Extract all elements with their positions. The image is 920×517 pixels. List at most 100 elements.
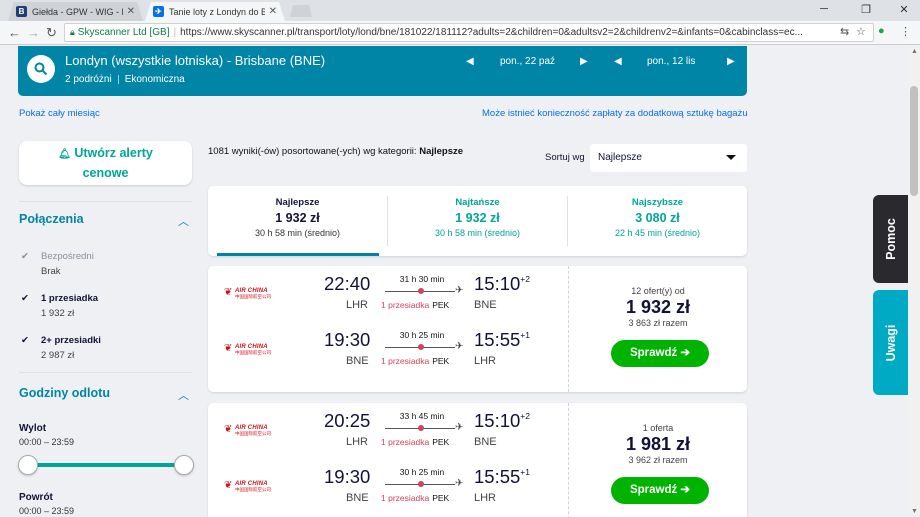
cabin-class: Ekonomiczna	[124, 74, 185, 85]
check-deal-button[interactable]: Sprawdź ➔	[611, 477, 709, 504]
translate-icon[interactable]: ⇆	[840, 25, 849, 38]
departure-airport: LHR	[346, 299, 369, 311]
checkbox-check-icon[interactable]: ✔	[21, 293, 29, 304]
close-tab-icon[interactable]: ✕	[127, 6, 135, 17]
arrival-time: 15:10+2	[474, 410, 530, 432]
arrival-time: 15:55+1	[474, 466, 530, 488]
back-icon[interactable]: ←	[8, 25, 21, 40]
outbound-slider-max-handle[interactable]	[174, 455, 194, 475]
result-card[interactable]: ❦ AIR CHINA 中国国际航空公司 20:25 LHR 33 h 45 m…	[208, 403, 747, 517]
stops-filter-label: 2+ przesiadki	[41, 335, 101, 346]
show-month-link[interactable]: Pokaż cały miesiąc	[19, 108, 100, 119]
extension-icon[interactable]: ●	[878, 25, 885, 37]
address-bar[interactable]: 🔒︎ Skyscanner Ltd [GB] | https://www.sky…	[64, 23, 874, 42]
help-tab[interactable]: Pomoc	[873, 195, 908, 283]
airline-name-cn: 中国国际航空公司	[235, 431, 271, 436]
flight-duration: 30 h 25 min	[399, 467, 445, 477]
browser-tab-gpw[interactable]: B Giełda - GPW - WIG - No ✕	[8, 2, 143, 21]
next-depart-date-icon[interactable]: ▶	[580, 56, 588, 67]
stops-info: 1 przesiadka PEK	[381, 300, 471, 310]
page-content: Londyn (wszystkie lotniska) - Brisbane (…	[0, 46, 908, 517]
stops-count: 1 przesiadka	[381, 437, 430, 447]
airline-name-cn: 中国国际航空公司	[235, 350, 271, 355]
route-title: Londyn (wszystkie lotniska) - Brisbane (…	[65, 53, 326, 68]
arrival-airport: BNE	[474, 299, 497, 311]
flight-leg-outbound: ❦ AIR CHINA 中国国际航空公司 22:40 LHR 31 h 30 m…	[208, 266, 568, 316]
checkbox-check-icon[interactable]: ✔	[21, 335, 29, 346]
return-date[interactable]: pon., 12 lis	[647, 56, 695, 67]
search-icon[interactable]	[27, 55, 55, 83]
scroll-down-icon[interactable]: ▼	[911, 508, 918, 515]
new-tab-button[interactable]	[290, 5, 312, 17]
arrival-airport: LHR	[474, 355, 497, 367]
stop-dot	[418, 288, 424, 294]
arrival-time-value: 15:55	[474, 466, 521, 487]
close-tab-icon[interactable]: ✕	[269, 6, 277, 17]
menu-icon[interactable]: ⋮	[900, 25, 911, 38]
return-range: 00:00 – 23:59	[19, 506, 75, 516]
scroll-up-icon[interactable]: ▲	[911, 48, 918, 55]
outbound-slider-track[interactable]	[28, 463, 184, 467]
price-box: 12 ofert(y) od 1 932 zł 3 863 zł razem S…	[569, 266, 747, 392]
depart-date[interactable]: pon., 22 paź	[500, 56, 555, 67]
minimize-icon[interactable]: ─	[810, 3, 838, 15]
chevron-up-icon[interactable]: ︿	[178, 387, 189, 403]
tab-price: 1 932 zł	[275, 211, 320, 225]
tab-fastest[interactable]: Najszybsze 3 080 zł 22 h 45 min (średnio…	[568, 186, 747, 256]
airline-logo: ❦ AIR CHINA 中国国际航空公司	[224, 481, 272, 493]
checkbox-check-icon[interactable]: ✔	[21, 251, 29, 262]
day-offset: +1	[520, 466, 530, 477]
stop-dot	[418, 425, 424, 431]
check-deal-button[interactable]: Sprawdź ➔	[611, 340, 709, 367]
outbound-slider-min-handle[interactable]	[18, 455, 38, 475]
browser-tab-skyscanner[interactable]: ✈ Tanie loty z Londyn do B ✕	[145, 2, 285, 21]
travellers-count: 2 podróżni	[65, 74, 112, 85]
maximize-icon[interactable]: ❐	[852, 3, 880, 16]
results-sort-name: Najlepsze	[419, 146, 464, 157]
prev-depart-date-icon[interactable]: ◀	[466, 56, 474, 67]
reload-icon[interactable]: ↻	[46, 25, 57, 41]
favicon-icon: ✈	[153, 6, 164, 17]
stops-info: 1 przesiadka PEK	[381, 493, 471, 503]
price: 1 932 zł	[625, 297, 691, 317]
stops-filter-price: 2 987 zł	[41, 350, 75, 361]
tab-best[interactable]: Najlepsze 1 932 zł 30 h 58 min (średnio)	[208, 186, 387, 256]
favicon-icon: B	[16, 6, 27, 17]
arrival-time-value: 15:10	[474, 410, 521, 431]
return-label: Powrót	[19, 492, 53, 503]
arrival-time-value: 15:10	[474, 273, 521, 294]
bookmark-star-icon[interactable]: ☆	[856, 25, 866, 38]
day-offset: +2	[520, 410, 530, 421]
close-window-icon[interactable]: ✕	[890, 3, 918, 16]
result-card[interactable]: ❦ AIR CHINA 中国国际航空公司 22:40 LHR 31 h 30 m…	[208, 266, 747, 392]
flight-duration: 30 h 25 min	[399, 330, 445, 340]
prev-return-date-icon[interactable]: ◀	[614, 56, 622, 67]
search-summary[interactable]: Londyn (wszystkie lotniska) - Brisbane (…	[18, 46, 747, 96]
sort-select[interactable]: Najlepsze	[590, 144, 747, 172]
stop-dot	[418, 344, 424, 350]
arrival-time: 15:10+2	[474, 273, 530, 295]
chevron-up-icon[interactable]: ︿	[178, 213, 189, 229]
flight-leg-return: ❦ AIR CHINA 中国国际航空公司 19:30 BNE 30 h 25 m…	[208, 459, 568, 509]
create-price-alert-button[interactable]: 🔔︎ Utwórz alerty cenowe	[19, 141, 192, 185]
page-scrollbar[interactable]: ▲ ▼	[908, 46, 920, 517]
scrollbar-thumb[interactable]	[910, 86, 918, 196]
results-count-text: 1081 wyniki(-ów) posortowane(-ych) wg ka…	[208, 146, 417, 157]
alert-button-label: Utwórz alerty	[74, 146, 153, 160]
arrival-time: 15:55+1	[474, 329, 530, 351]
tab-duration: 30 h 58 min (średnio)	[254, 228, 341, 238]
feedback-tab[interactable]: Uwagi	[873, 290, 908, 395]
stops-count: 1 przesiadka	[381, 356, 430, 366]
tab-title: Najtańsze	[455, 197, 500, 208]
next-return-date-icon[interactable]: ▶	[727, 56, 735, 67]
airline-logo: ❦ AIR CHINA 中国国际航空公司	[224, 344, 272, 356]
connections-title[interactable]: Połączenia	[19, 212, 84, 226]
baggage-fee-link[interactable]: Może istnieć konieczność zapłaty za doda…	[482, 108, 748, 119]
departure-time: 19:30	[324, 466, 371, 487]
tab-title: Najlepsze	[275, 197, 320, 208]
forward-icon[interactable]: →	[27, 25, 40, 40]
price: 1 981 zł	[625, 434, 691, 454]
plane-icon: ✈	[455, 285, 464, 296]
tab-cheapest[interactable]: Najtańsze 1 932 zł 30 h 58 min (średnio)	[388, 186, 567, 256]
departure-times-title[interactable]: Godziny odlotu	[19, 386, 110, 400]
